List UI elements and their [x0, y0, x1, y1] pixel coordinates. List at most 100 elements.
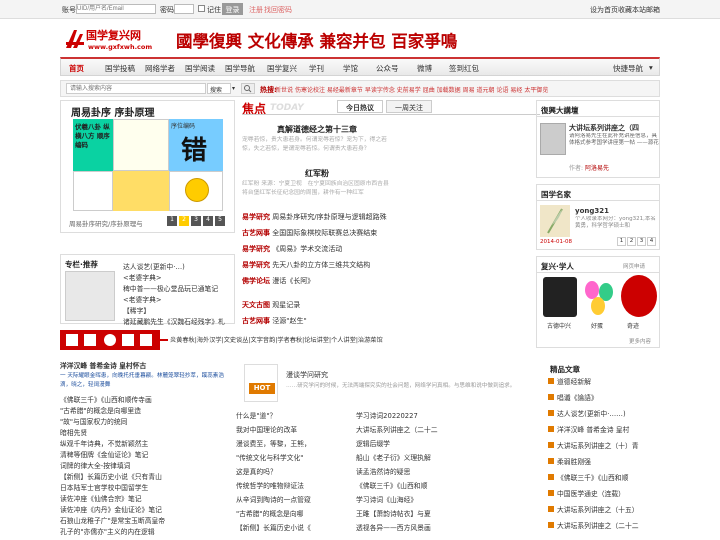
list-item[interactable]: "古希腊"的概念是向哪 — [236, 508, 354, 518]
hot-search-item[interactable]: 道元朝 — [477, 87, 495, 94]
list-item[interactable]: 暗相先贤 — [60, 427, 87, 437]
hot-search-item[interactable]: 易经最新章节 — [327, 87, 363, 94]
list-item[interactable]: 透视各异——西方风景画 — [356, 522, 536, 532]
banner-link[interactable]: 治游菜馆 — [358, 337, 383, 344]
person-name[interactable]: 古德中兴 — [547, 321, 571, 330]
list-item[interactable]: "传统文化与科学文化" — [236, 452, 354, 462]
carousel-caption[interactable]: 周易卦序研究/序卦原理与 — [69, 218, 164, 228]
banner-link[interactable]: 学者春秋 — [277, 337, 302, 344]
search-type-select[interactable]: 搜索 — [207, 83, 231, 94]
hot-search-item[interactable]: 加载数据 — [437, 87, 461, 94]
news-link[interactable]: 漫话《长阿》 — [272, 277, 314, 285]
hot-search-item[interactable]: 新世说 — [275, 87, 293, 94]
quick-nav-button[interactable]: 快捷导航 — [613, 63, 643, 74]
banner-link[interactable]: 文史谈丛 — [224, 337, 249, 344]
list-item[interactable]: 石狼山龙稚子广"是常宝玉断高皇帝 — [60, 515, 165, 525]
carousel-dot[interactable]: 3 — [191, 216, 201, 226]
news-link[interactable]: 《周易》学术交流活动 — [272, 245, 342, 253]
nav-item-academy[interactable]: 学馆 — [343, 63, 358, 74]
carousel-dot[interactable]: 4 — [203, 216, 213, 226]
list-item[interactable]: "故"与国家权力的统同 — [60, 416, 127, 426]
mailbox-link[interactable]: 邮箱 — [646, 5, 660, 15]
list-item[interactable]: 唱谶《論語》 — [557, 394, 598, 402]
forgot-password-link[interactable]: 找回密码 — [264, 5, 292, 15]
recommend-image[interactable] — [65, 271, 115, 321]
set-homepage-link[interactable]: 设为首页 — [590, 5, 618, 15]
nav-item-weibo[interactable]: 微博 — [417, 63, 432, 74]
list-item[interactable]: 大讲坛系列讲座之（二十二 — [356, 424, 536, 434]
news-link[interactable]: 观星记录 — [272, 301, 300, 309]
site-logo[interactable]: 国学复兴网 www.gxfxwh.com — [64, 26, 164, 54]
list-item[interactable]: 纵观千年诗典，不觉新颖然主 — [60, 438, 148, 448]
avatar[interactable] — [621, 275, 657, 317]
bookmark-link[interactable]: 收藏本站 — [618, 5, 646, 15]
nav-item-wechat[interactable]: 公众号 — [376, 63, 399, 74]
nav-item-journal[interactable]: 学刊 — [309, 63, 324, 74]
banner-link[interactable]: 论坛讲堂 — [304, 337, 329, 344]
list-item[interactable]: 传统哲学的唯物辩证法 — [236, 480, 354, 490]
carousel-dot[interactable]: 1 — [167, 216, 177, 226]
news-category[interactable]: 天文古图 — [242, 301, 270, 309]
nav-item-scholars[interactable]: 网络学者 — [145, 63, 175, 74]
account-input[interactable] — [76, 4, 156, 14]
list-item[interactable]: 什么是"道"？ — [236, 410, 354, 420]
lecture-item-title[interactable]: 大讲坛系列讲座之（四 — [569, 123, 659, 133]
list-item[interactable]: 道德经新解 — [557, 378, 591, 386]
news-link[interactable]: 泾源"赵生" — [272, 317, 306, 325]
more-content-link[interactable]: 更多内容 — [629, 337, 651, 345]
avatar[interactable] — [543, 277, 577, 317]
news-category[interactable]: 易学研究 — [242, 245, 270, 253]
carousel-dot[interactable]: 5 — [215, 216, 225, 226]
page-button[interactable]: 1 — [617, 237, 626, 246]
password-input[interactable] — [174, 4, 194, 14]
news-category[interactable]: 古艺网事 — [242, 317, 270, 325]
list-item[interactable]: 从辛词到陶诗的一点管窥 — [236, 494, 354, 504]
list-item[interactable]: <老婆字典> — [123, 294, 162, 304]
nav-item-navigation[interactable]: 国学导航 — [225, 63, 255, 74]
hot-search-item[interactable]: 周易 — [463, 87, 475, 94]
author-link[interactable]: 阿洛易先 — [585, 165, 609, 172]
list-item[interactable]: 《佛联三千》《山西和顺 — [356, 480, 536, 490]
page-button[interactable]: 3 — [637, 237, 646, 246]
search-input[interactable] — [66, 83, 206, 94]
list-item[interactable]: 稗中普——极心堂品玩已通笔记 — [123, 283, 218, 293]
list-item[interactable]: 船山《老子衍》义理执解 — [356, 452, 536, 462]
hot-search-item[interactable]: 太平御览 — [524, 87, 548, 94]
list-item[interactable]: "古希腊"的概念是向哪里造 — [60, 405, 141, 415]
list-item[interactable]: 逻辑后缀学 — [356, 438, 536, 448]
list-item[interactable]: 中国医学通史（连载） — [557, 490, 625, 498]
hot-search-item[interactable]: 伤寒论校注 — [295, 87, 325, 94]
nav-item-checkin[interactable]: 签到红包 — [449, 63, 479, 74]
hot-search-item[interactable]: 易经 — [510, 87, 522, 94]
list-item[interactable]: 学习诗词《山海经》 — [356, 494, 536, 504]
search-button[interactable] — [241, 83, 255, 94]
banner-link[interactable]: 海外汉学 — [197, 337, 222, 344]
page-button[interactable]: 4 — [647, 237, 656, 246]
news-category[interactable]: 古艺网事 — [242, 229, 270, 237]
list-item[interactable]: 这是真的吗？ — [236, 466, 354, 476]
list-item[interactable]: 【稀字】 — [123, 305, 150, 315]
hot-search-item[interactable]: 屈曲 — [423, 87, 435, 94]
focus-headline[interactable]: 真解道德经之第十三章 — [242, 124, 392, 135]
list-item[interactable]: 读孟浩然诗的疑思 — [356, 466, 536, 476]
list-item[interactable]: 我对中国理论的改革 — [236, 424, 354, 434]
list-item[interactable]: 读佐冲座《内丹》金仙证论》笔记 — [60, 504, 162, 514]
list-item[interactable]: 孔子的"亦儒亦"主义的内在逻辑 — [60, 526, 155, 536]
person-name[interactable]: 奇迹 — [627, 321, 639, 330]
list-item[interactable]: 达人谈艺(更新中·……) — [557, 410, 626, 418]
list-item[interactable]: 清稗等佃牌《金仙证论》笔记 — [60, 449, 148, 459]
register-link[interactable]: 注册 — [249, 5, 263, 15]
nav-item-reading[interactable]: 国学阅读 — [185, 63, 215, 74]
nav-item-home[interactable]: 首页 — [69, 63, 84, 74]
page-button[interactable]: 2 — [627, 237, 636, 246]
list-item[interactable]: 词牌的律大全-按律填词 — [60, 460, 130, 470]
nav-item-submit[interactable]: 国学投稿 — [105, 63, 135, 74]
person-name[interactable]: 好蛋 — [591, 321, 603, 330]
list-item[interactable]: 洋洋汉峰 普希金诗 皇村 — [557, 426, 629, 434]
list-item[interactable]: 柔弱胜刚强 — [557, 458, 591, 466]
list-item[interactable]: 大讲坛系列讲座之（十五） — [557, 506, 639, 514]
news-link[interactable]: 周易卦序研究/序卦原理与逻辑超路殊 — [272, 213, 386, 221]
tab-week-focus[interactable]: 一周关注 — [386, 100, 432, 113]
list-item[interactable]: 大讲坛系列讲座之（十）青 — [557, 442, 639, 450]
hot-search-item[interactable]: 论语 — [496, 87, 508, 94]
